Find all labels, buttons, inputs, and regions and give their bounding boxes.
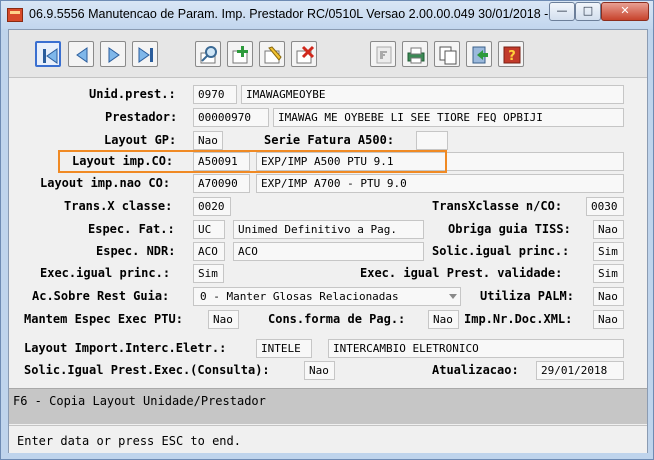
svg-text:?: ?	[508, 49, 516, 64]
copy-icon	[439, 46, 457, 65]
atualizacao-label: Atualizacao:	[432, 363, 519, 377]
previous-icon	[76, 47, 88, 63]
chevron-down-icon[interactable]	[449, 294, 457, 299]
form-icon	[376, 46, 392, 64]
close-button[interactable]: ✕	[601, 2, 649, 21]
atualizacao-field[interactable]: 29/01/2018	[536, 361, 624, 380]
ac-sobre-rest-guia-value: 0 - Manter Glosas Relacionadas	[200, 290, 399, 303]
help-button[interactable]: ?	[498, 41, 524, 67]
search-button[interactable]	[195, 41, 221, 67]
printer-icon	[407, 47, 425, 64]
exit-button[interactable]	[466, 41, 492, 67]
trans-x-classe-nco-label: TransXclasse n/CO:	[432, 199, 563, 213]
add-icon	[232, 46, 248, 64]
layout-import-interc-code-field[interactable]: INTELE	[256, 339, 312, 358]
layout-import-interc-desc-field: INTERCAMBIO ELETRONICO	[328, 339, 624, 358]
app-icon	[7, 8, 23, 22]
mantem-espec-exec-ptu-label: Mantem Espec Exec PTU:	[24, 312, 183, 326]
solic-igual-prest-exec-label: Solic.Igual Prest.Exec.(Consulta):	[24, 363, 270, 377]
espec-fat-desc-field: Unimed Definitivo a Pag.	[233, 220, 424, 239]
espec-ndr-code-field[interactable]: ACO	[193, 242, 225, 261]
first-record-button[interactable]	[35, 41, 61, 67]
status-bar: Enter data or press ESC to end.	[9, 425, 647, 453]
prestador-label: Prestador:	[105, 110, 178, 124]
exec-igual-prest-validade-label: Exec. igual Prest. validade:	[360, 266, 563, 280]
solic-igual-princ-label: Solic.igual princ.:	[432, 244, 570, 258]
maximize-button[interactable]: □	[575, 2, 601, 21]
layout-imp-co-label: Layout imp.CO:	[72, 154, 174, 168]
imp-nr-doc-xml-field[interactable]: Nao	[593, 310, 624, 329]
toolbar: ?	[9, 30, 647, 78]
next-icon	[108, 47, 120, 63]
layout-gp-field[interactable]: Nao	[193, 131, 223, 150]
previous-record-button[interactable]	[68, 41, 94, 67]
edit-button[interactable]	[259, 41, 285, 67]
espec-fat-code-field[interactable]: UC	[193, 220, 225, 239]
edit-icon	[264, 46, 282, 64]
layout-imp-nao-co-desc-field: EXP/IMP A700 - PTU 9.0	[256, 174, 624, 193]
mantem-espec-exec-ptu-field[interactable]: Nao	[208, 310, 239, 329]
status-text: Enter data or press ESC to end.	[17, 434, 241, 448]
unid-prest-code-field[interactable]: 0970	[193, 85, 237, 104]
first-icon	[43, 48, 58, 64]
layout-imp-co-desc-field: EXP/IMP A500 PTU 9.1	[256, 152, 624, 171]
exec-igual-prest-validade-field[interactable]: Sim	[593, 264, 624, 283]
form-button[interactable]	[370, 41, 396, 67]
unid-prest-name-field: IMAWAGMEOYBE	[241, 85, 624, 104]
layout-imp-nao-co-code-field[interactable]: A70090	[193, 174, 250, 193]
cons-forma-pag-field[interactable]: Nao	[428, 310, 459, 329]
layout-gp-label: Layout GP:	[104, 133, 177, 147]
obriga-guia-tiss-field[interactable]: Nao	[593, 220, 624, 239]
copy-button[interactable]	[434, 41, 460, 67]
title-bar[interactable]: 06.9.5556 Manutencao de Param. Imp. Pres…	[1, 1, 653, 29]
print-button[interactable]	[402, 41, 428, 67]
ac-sobre-rest-guia-select[interactable]: 0 - Manter Glosas Relacionadas	[193, 287, 461, 306]
add-button[interactable]	[227, 41, 253, 67]
solic-igual-princ-field[interactable]: Sim	[593, 242, 624, 261]
utiliza-palm-label: Utiliza PALM:	[480, 289, 574, 303]
exec-igual-princ-label: Exec.igual princ.:	[40, 266, 171, 280]
next-record-button[interactable]	[100, 41, 126, 67]
trans-x-classe-field[interactable]: 0020	[193, 197, 231, 216]
prestador-code-field[interactable]: 00000970	[193, 108, 269, 127]
espec-ndr-desc-field: ACO	[233, 242, 424, 261]
exec-igual-princ-field[interactable]: Sim	[193, 264, 224, 283]
trans-x-classe-nco-field[interactable]: 0030	[586, 197, 624, 216]
ac-sobre-rest-guia-label: Ac.Sobre Rest Guia:	[32, 289, 170, 303]
message-bar: F6 - Copia Layout Unidade/Prestador	[9, 388, 647, 424]
window-title: 06.9.5556 Manutencao de Param. Imp. Pres…	[29, 7, 563, 21]
exit-icon	[472, 46, 488, 64]
delete-icon	[296, 45, 315, 64]
layout-imp-co-code-field[interactable]: A50091	[193, 152, 250, 171]
cons-forma-pag-label: Cons.forma de Pag.:	[268, 312, 406, 326]
minimize-button[interactable]: —	[549, 2, 575, 21]
utiliza-palm-field[interactable]: Nao	[593, 287, 624, 306]
delete-button[interactable]	[291, 41, 317, 67]
application-window: 06.9.5556 Manutencao de Param. Imp. Pres…	[0, 0, 654, 460]
help-icon: ?	[503, 46, 521, 64]
espec-ndr-label: Espec. NDR:	[96, 244, 176, 258]
espec-fat-label: Espec. Fat.:	[88, 222, 175, 236]
serie-fatura-field[interactable]	[416, 131, 448, 150]
obriga-guia-tiss-label: Obriga guia TISS:	[448, 222, 571, 236]
prestador-name-field: IMAWAG ME OYBEBE LI SEE TIORE FEQ OPBIJI	[273, 108, 624, 127]
client-area: ? Unid.prest.: 0970 IMAWAGMEOYBE Prestad…	[8, 29, 648, 453]
serie-fatura-label: Serie Fatura A500:	[264, 133, 395, 147]
trans-x-classe-label: Trans.X classe:	[64, 199, 173, 213]
message-text: F6 - Copia Layout Unidade/Prestador	[13, 394, 266, 408]
unid-prest-label: Unid.prest.:	[89, 87, 176, 101]
magnifier-icon	[200, 46, 217, 64]
form-area: Unid.prest.: 0970 IMAWAGMEOYBE Prestador…	[9, 78, 647, 386]
layout-import-interc-label: Layout Import.Interc.Eletr.:	[24, 341, 227, 355]
last-icon	[138, 47, 153, 63]
layout-imp-nao-co-label: Layout imp.nao CO:	[40, 176, 171, 190]
imp-nr-doc-xml-label: Imp.Nr.Doc.XML:	[464, 312, 573, 326]
last-record-button[interactable]	[132, 41, 158, 67]
solic-igual-prest-exec-field[interactable]: Nao	[304, 361, 335, 380]
